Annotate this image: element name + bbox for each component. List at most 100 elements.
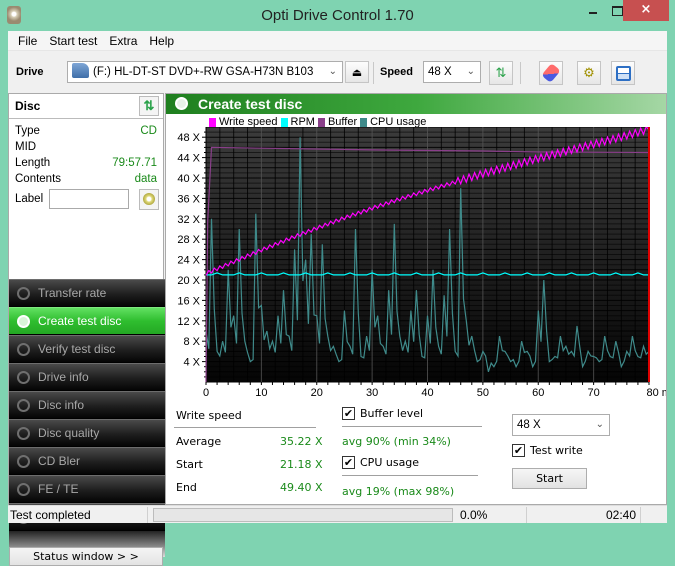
- legend-swatch: [280, 117, 288, 127]
- nav-label: Verify test disc: [38, 342, 116, 356]
- cd-label-button[interactable]: [139, 189, 159, 210]
- divider: [640, 507, 641, 523]
- y-tick-label: 32 X: [177, 214, 200, 226]
- menu-help[interactable]: Help: [143, 34, 180, 48]
- left-panel: Disc ⇅ Type CD MID Length 79:57.71 Content…: [8, 93, 165, 566]
- end-value: 49.40 X: [280, 481, 323, 494]
- toolbar-separator: [520, 62, 521, 84]
- average-value: 35.22 X: [280, 435, 323, 448]
- nav-label: Disc quality: [38, 426, 100, 440]
- buffer-level-checkbox[interactable]: ✔: [342, 407, 355, 420]
- status-bar: Test completed 0.0% 02:40: [8, 505, 667, 523]
- drive-value: (F:) HL-DT-ST DVD+-RW GSA-H73N B103: [93, 66, 314, 78]
- disc-icon: [17, 455, 30, 468]
- disc-type-label: Type: [15, 125, 40, 137]
- refresh-icon: ⇅: [495, 65, 507, 81]
- save-button[interactable]: [611, 61, 635, 85]
- test-write-label: Test write: [530, 444, 583, 457]
- divider: [342, 475, 478, 476]
- close-button[interactable]: ×: [623, 0, 669, 21]
- x-tick-label: 70: [588, 387, 600, 399]
- erase-icon: [541, 63, 561, 83]
- start-button[interactable]: Start: [512, 468, 587, 489]
- eject-button[interactable]: ⏏: [345, 61, 369, 83]
- divider: [526, 507, 527, 523]
- settings-button[interactable]: ⚙: [577, 61, 601, 85]
- y-tick-label: 20 X: [177, 275, 200, 287]
- legend-swatch: [209, 117, 216, 127]
- y-tick-label: 28 X: [177, 234, 200, 246]
- disc-length-label: Length: [15, 157, 51, 169]
- toolbar: Drive (F:) HL-DT-ST DVD+-RW GSA-H73N B10…: [8, 52, 667, 88]
- nav-verify-test-disc[interactable]: Verify test disc: [9, 335, 165, 363]
- drive-icon: [72, 63, 89, 78]
- y-tick-label: 16 X: [177, 295, 200, 307]
- nav-disc-info[interactable]: Disc info: [9, 391, 165, 419]
- save-icon: [615, 65, 631, 81]
- write-speed-select[interactable]: 48 X ⌄: [512, 414, 610, 436]
- status-window-button[interactable]: Status window > >: [9, 547, 163, 566]
- refresh-disc-button[interactable]: ⇅: [139, 96, 159, 116]
- y-tick-label: 40 X: [177, 173, 200, 185]
- x-tick-label: 10: [255, 387, 267, 399]
- disc-contents-value: data: [134, 173, 157, 185]
- x-tick-label: 20: [311, 387, 323, 399]
- disc-label-input[interactable]: [49, 189, 129, 209]
- legend-swatch: [360, 117, 368, 127]
- main-title: Create test disc: [198, 96, 303, 112]
- legend-swatch: [317, 117, 325, 127]
- menu-start-test[interactable]: Start test: [43, 34, 103, 48]
- start-label: Start: [176, 458, 203, 471]
- progress-label: 0.0%: [460, 508, 488, 522]
- nav-transfer-rate[interactable]: Transfer rate: [9, 279, 165, 307]
- nav-fe-te[interactable]: FE / TE: [9, 475, 165, 503]
- x-tick-label: 50: [477, 387, 489, 399]
- start-value: 21.18 X: [280, 458, 323, 471]
- disc-contents-label: Contents: [15, 173, 62, 185]
- disc-title: Disc: [15, 99, 41, 113]
- disc-icon: [17, 399, 30, 412]
- results-panel: Write speed Average 35.22 X Start 21.18 …: [166, 401, 666, 501]
- nav-create-test-disc[interactable]: Create test disc: [9, 307, 165, 335]
- drive-label: Drive: [16, 66, 44, 78]
- y-tick-label: 8 X: [183, 336, 200, 348]
- disc-icon: [17, 315, 30, 328]
- cpu-usage-checkbox[interactable]: ✔: [342, 456, 355, 469]
- disc-icon: [17, 427, 30, 440]
- nav-disc-quality[interactable]: Disc quality: [9, 419, 165, 447]
- y-tick-label: 36 X: [177, 193, 200, 205]
- drive-select[interactable]: (F:) HL-DT-ST DVD+-RW GSA-H73N B103 ⌄: [67, 61, 343, 83]
- nav-label: Transfer rate: [38, 286, 107, 300]
- average-label: Average: [176, 435, 222, 448]
- elapsed-time: 02:40: [606, 508, 637, 522]
- nav-label: Disc info: [38, 398, 85, 412]
- toolbar-separator: [373, 62, 374, 84]
- speed-select[interactable]: 48 X ⌄: [423, 61, 481, 83]
- menu-extra[interactable]: Extra: [103, 34, 143, 48]
- disc-label-row: Label: [9, 187, 163, 213]
- write-speed-value: 48 X: [517, 419, 541, 431]
- disc-icon: [175, 97, 188, 110]
- disc-icon: [17, 343, 30, 356]
- cpu-usage-label: CPU usage: [360, 456, 420, 469]
- menu-file[interactable]: File: [12, 34, 43, 48]
- y-tick-label: 44 X: [177, 153, 200, 165]
- refresh-speed-button[interactable]: ⇅: [489, 61, 513, 85]
- y-tick-label: 48 X: [177, 132, 200, 144]
- disc-length-value: 79:57.71: [112, 157, 157, 169]
- nav-label: FE / TE: [38, 482, 79, 496]
- disc-contents-row: Contents data: [9, 171, 163, 187]
- status-text: Test completed: [10, 508, 91, 522]
- x-tick-label: 30: [366, 387, 378, 399]
- speed-chart: 4 X 8 X 12 X 16 X 20 X 24 X 28 X 32 X 36 X 40 X 44…: [177, 127, 666, 399]
- speed-value: 48 X: [428, 66, 452, 78]
- nav-drive-info[interactable]: Drive info: [9, 363, 165, 391]
- nav-cd-bler[interactable]: CD Bler: [9, 447, 165, 475]
- erase-button[interactable]: [539, 61, 563, 85]
- disc-type-row: Type CD: [9, 123, 163, 139]
- nav-label: Create test disc: [38, 314, 122, 328]
- disc-mid-row: MID: [9, 139, 163, 155]
- test-write-checkbox[interactable]: ✔: [512, 444, 525, 457]
- chevron-down-icon: ⌄: [595, 419, 604, 430]
- cpu-summary: avg 19% (max 98%): [342, 485, 455, 498]
